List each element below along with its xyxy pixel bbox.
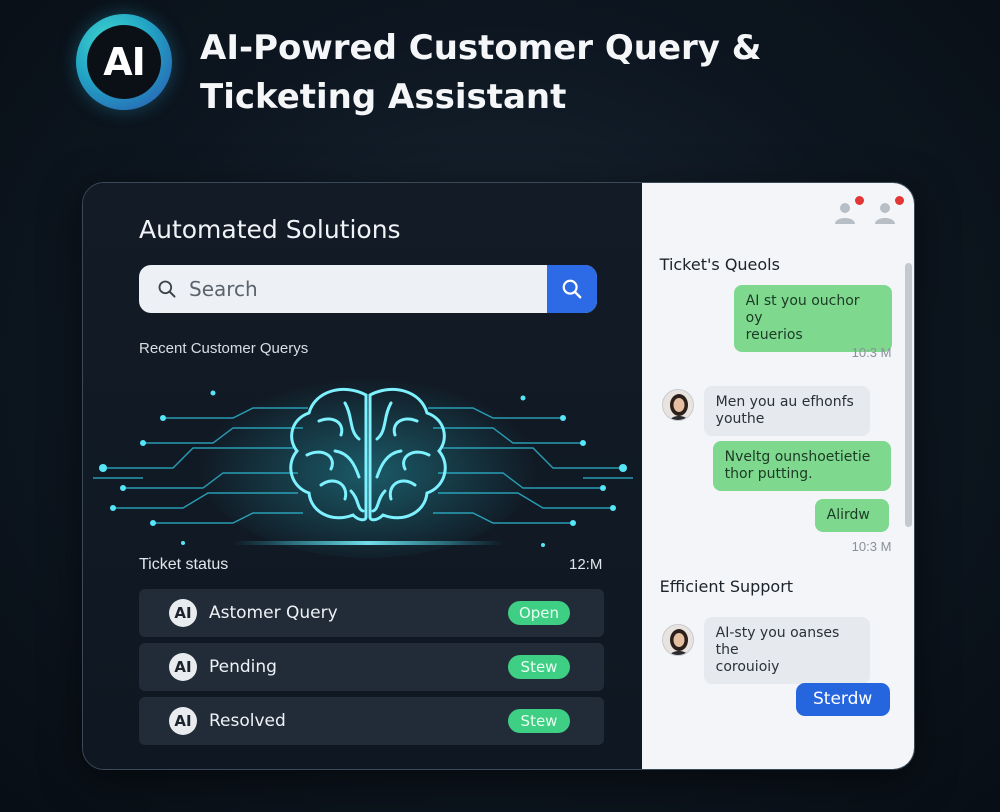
chat-bubble-outgoing: Nveltg ounshoetietie thor putting. xyxy=(712,441,891,491)
ticket-status-time: 12:M xyxy=(569,556,603,573)
ai-badge-icon: AI xyxy=(169,653,197,681)
status-badge[interactable]: Open xyxy=(508,601,570,625)
app-window: Automated Solutions Recent Customer Quer… xyxy=(82,182,915,770)
page-title: AI-Powred Customer Query & Ticketing Ass… xyxy=(200,24,761,122)
user-icon[interactable] xyxy=(832,196,864,225)
recent-queries-label: Recent Customer Querys xyxy=(139,340,309,357)
ai-logo: AI xyxy=(76,14,172,110)
ticket-status-label: Ticket status xyxy=(139,556,229,573)
chat-bubble-outgoing: Alirdw xyxy=(814,499,889,532)
send-button[interactable]: Sterdw xyxy=(795,683,890,716)
status-badge[interactable]: Stew xyxy=(508,709,570,733)
section-title: Automated Solutions xyxy=(139,215,401,244)
tickets-heading: Ticket's Queols xyxy=(659,255,780,274)
ticket-label: Resolved xyxy=(209,711,286,731)
app-header: AI AI-Powred Customer Query & Ticketing … xyxy=(76,14,761,122)
status-badge[interactable]: Stew xyxy=(508,655,570,679)
notification-dot xyxy=(895,196,904,205)
ticket-label: Astomer Query xyxy=(209,603,338,623)
chat-bubble-incoming: Men you au efhonfs youthe xyxy=(703,386,870,436)
ai-badge-icon: AI xyxy=(169,599,197,627)
title-line-2: Ticketing Assistant xyxy=(200,77,567,117)
message-time: 10:3 M xyxy=(851,539,892,554)
chat-bubble-outgoing: AI st you ouchor oy reuerios xyxy=(733,285,892,352)
search-bar xyxy=(139,265,597,313)
scrollbar[interactable] xyxy=(905,263,912,527)
logo-text: AI xyxy=(103,40,146,84)
ticket-label: Pending xyxy=(209,657,277,677)
top-icons xyxy=(832,196,904,225)
user-icon[interactable] xyxy=(872,196,904,225)
avatar xyxy=(661,624,694,656)
brain-circuit-illustration xyxy=(83,368,643,563)
ticket-row-resolved[interactable]: AI Resolved Stew xyxy=(139,697,604,745)
chat-panel: Ticket's Queols AI st you ouchor oy reue… xyxy=(641,183,914,769)
avatar xyxy=(661,389,694,421)
ai-badge-icon: AI xyxy=(169,707,197,735)
search-button-icon xyxy=(562,279,582,299)
solutions-panel: Automated Solutions Recent Customer Quer… xyxy=(83,183,642,769)
search-button[interactable] xyxy=(547,265,597,313)
title-line-1: AI-Powred Customer Query & xyxy=(200,28,762,68)
message-time: 10:3 M xyxy=(851,345,892,360)
ticket-row-customer-query[interactable]: AI Astomer Query Open xyxy=(139,589,604,637)
notification-dot xyxy=(855,196,864,205)
search-icon xyxy=(158,280,176,298)
chat-bubble-incoming: AI-sty you oanses the corouioiy xyxy=(703,617,870,684)
search-input[interactable] xyxy=(189,277,529,301)
ticket-row-pending[interactable]: AI Pending Stew xyxy=(139,643,604,691)
support-heading: Efficient Support xyxy=(659,577,794,596)
